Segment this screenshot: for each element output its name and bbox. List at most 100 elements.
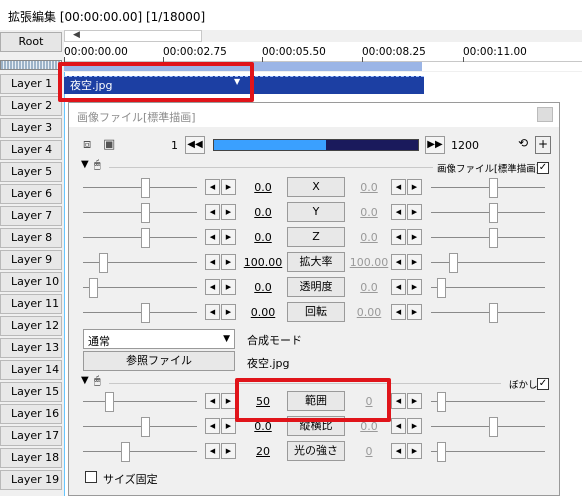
param-right-slider[interactable] [489,303,498,323]
scroll-left-arrow-icon[interactable]: ◀ [73,30,80,40]
param-name-button[interactable]: 光の強さ [287,441,345,461]
param-name-button[interactable]: 回転 [287,302,345,322]
param-left-stepper[interactable]: ◀ ▶ [205,279,237,295]
increment-icon[interactable]: ▶ [407,179,422,195]
layer-button[interactable]: Layer 13 [0,338,62,358]
layer-button[interactable]: Layer 6 [0,184,62,204]
decrement-icon[interactable]: ◀ [391,254,406,270]
param-right-stepper[interactable]: ◀ ▶ [391,179,423,195]
layer-button[interactable]: Layer 10 [0,272,62,292]
param-left-slider[interactable] [121,442,130,462]
reference-file-button[interactable]: 参照ファイル [83,351,235,371]
param-right-value[interactable]: 0.0 [349,206,389,219]
increment-icon[interactable]: ▶ [221,204,236,220]
param-left-slider[interactable] [141,178,150,198]
increment-icon[interactable]: ▶ [407,204,422,220]
param-left-value[interactable]: 0.00 [243,306,283,319]
increment-icon[interactable]: ▶ [407,304,422,320]
increment-icon[interactable]: ▶ [407,279,422,295]
param-left-value[interactable]: 0.0 [243,206,283,219]
add-filter-button[interactable]: + [535,136,551,154]
layer-button[interactable]: Layer 12 [0,316,62,336]
fix-size-checkbox[interactable] [85,471,97,483]
increment-icon[interactable]: ▶ [221,393,236,409]
param-left-slider[interactable] [141,228,150,248]
increment-icon[interactable]: ▶ [221,279,236,295]
param-right-stepper[interactable]: ◀ ▶ [391,229,423,245]
param-left-slider[interactable] [89,278,98,298]
increment-icon[interactable]: ▶ [221,443,236,459]
link-icon[interactable]: ⟲ [515,136,531,154]
layer-button[interactable]: Layer 2 [0,96,62,116]
decrement-icon[interactable]: ◀ [205,229,220,245]
param-name-button[interactable]: Z [287,227,345,247]
decrement-icon[interactable]: ◀ [205,418,220,434]
param-left-value[interactable]: 0.0 [243,231,283,244]
layer-button[interactable]: Layer 14 [0,360,62,380]
frame-slider[interactable] [213,139,419,151]
param-right-value[interactable]: 0 [349,445,389,458]
decrement-icon[interactable]: ◀ [205,179,220,195]
layer-button[interactable]: Layer 15 [0,382,62,402]
param-left-stepper[interactable]: ◀ ▶ [205,204,237,220]
param-right-slider[interactable] [489,178,498,198]
increment-icon[interactable]: ▶ [221,179,236,195]
layer-button[interactable]: Layer 17 [0,426,62,446]
decrement-icon[interactable]: ◀ [391,393,406,409]
param-right-slider[interactable] [449,253,458,273]
param-right-value[interactable]: 100.00 [349,256,389,269]
param-left-stepper[interactable]: ◀ ▶ [205,443,237,459]
param-right-value[interactable]: 0.0 [349,181,389,194]
layer-button[interactable]: Layer 1 [0,74,62,94]
frame-next-button[interactable]: ▶▶ [425,136,445,154]
decrement-icon[interactable]: ◀ [391,179,406,195]
camera-icon[interactable]: ⧈ [83,137,91,152]
section-enable-checkbox[interactable]: ✓ [537,162,549,174]
param-left-stepper[interactable]: ◀ ▶ [205,418,237,434]
param-right-value[interactable]: 0.00 [349,306,389,319]
param-left-slider[interactable] [141,303,150,323]
increment-icon[interactable]: ▶ [407,229,422,245]
panel-close-button[interactable] [537,107,553,122]
layer-button[interactable]: Layer 19 [0,470,62,490]
collapse-arrow-icon[interactable]: ▼ [81,375,89,386]
time-ruler[interactable]: 00:00:00.00 00:00:02.75 00:00:05.50 00:0… [64,42,582,62]
param-left-slider[interactable] [105,392,114,412]
increment-icon[interactable]: ▶ [221,304,236,320]
decrement-icon[interactable]: ◀ [391,229,406,245]
param-left-value[interactable]: 100.00 [243,256,283,269]
increment-icon[interactable]: ▶ [407,393,422,409]
decrement-icon[interactable]: ◀ [205,393,220,409]
increment-icon[interactable]: ▶ [407,418,422,434]
param-name-button[interactable]: Y [287,202,345,222]
param-right-slider[interactable] [437,442,446,462]
param-right-stepper[interactable]: ◀ ▶ [391,279,423,295]
decrement-icon[interactable]: ◀ [205,304,220,320]
collapse-arrow-icon[interactable]: ▼ [81,159,89,170]
param-right-stepper[interactable]: ◀ ▶ [391,443,423,459]
param-left-stepper[interactable]: ◀ ▶ [205,304,237,320]
decrement-icon[interactable]: ◀ [391,418,406,434]
layer-button[interactable]: Layer 4 [0,140,62,160]
layer-button[interactable]: Layer 7 [0,206,62,226]
layer-button[interactable]: Layer 11 [0,294,62,314]
param-right-slider[interactable] [489,228,498,248]
frame-prev-button[interactable]: ◀◀ [185,136,205,154]
param-right-stepper[interactable]: ◀ ▶ [391,393,423,409]
param-left-stepper[interactable]: ◀ ▶ [205,229,237,245]
param-right-slider[interactable] [489,203,498,223]
param-name-button[interactable]: 拡大率 [287,252,345,272]
decrement-icon[interactable]: ◀ [205,204,220,220]
section-enable-checkbox[interactable]: ✓ [537,378,549,390]
layer-scroll-strip[interactable] [0,60,62,70]
param-left-value[interactable]: 0.0 [243,281,283,294]
param-name-button[interactable]: 透明度 [287,277,345,297]
param-left-stepper[interactable]: ◀ ▶ [205,179,237,195]
decrement-icon[interactable]: ◀ [205,443,220,459]
param-name-button[interactable]: X [287,177,345,197]
param-left-value[interactable]: 20 [243,445,283,458]
layer-button[interactable]: Layer 16 [0,404,62,424]
param-left-stepper[interactable]: ◀ ▶ [205,254,237,270]
decrement-icon[interactable]: ◀ [391,279,406,295]
timeline-zoom-scrollbar[interactable]: ◀ [64,30,202,42]
